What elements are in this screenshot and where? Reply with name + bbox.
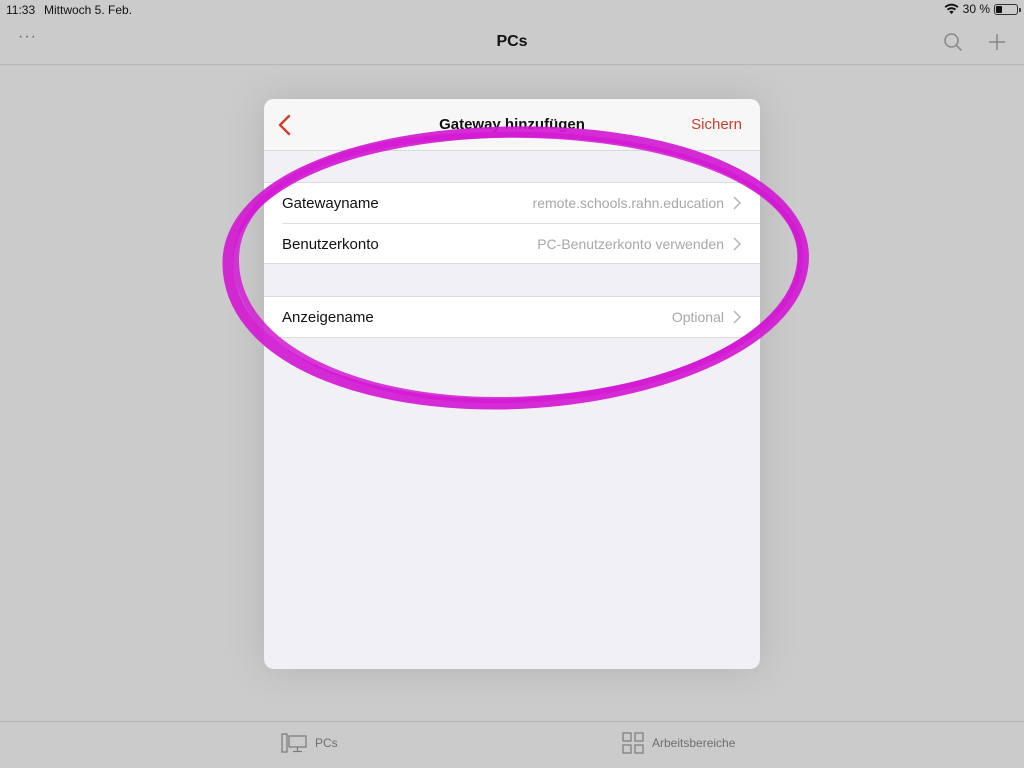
battery-icon — [994, 3, 1021, 15]
chevron-right-icon — [733, 310, 742, 324]
nav-bar: ··· PCs — [0, 20, 1024, 65]
tab-workspaces[interactable]: Arbeitsbereiche — [622, 732, 735, 754]
grid-icon — [622, 732, 644, 754]
battery-percentage: 30 % — [962, 2, 990, 16]
row-value: PC-Benutzerkonto verwenden — [537, 236, 724, 252]
display-name-row[interactable]: Anzeigename Optional — [264, 297, 760, 337]
gateway-settings-group: Gatewayname remote.schools.rahn.educatio… — [264, 182, 760, 264]
wifi-icon — [944, 3, 959, 14]
tab-bar: PCs Arbeitsbereiche — [0, 721, 1024, 768]
tab-label: PCs — [315, 736, 338, 750]
row-value: Optional — [671, 309, 724, 325]
display-name-group: Anzeigename Optional — [264, 296, 760, 338]
row-value: remote.schools.rahn.education — [532, 195, 724, 211]
sheet-header: Gateway hinzufügen Sichern — [264, 99, 760, 151]
page-title: PCs — [496, 33, 528, 50]
plus-icon[interactable] — [985, 30, 1009, 54]
status-time: 11:33 — [6, 3, 36, 17]
status-date: Mittwoch 5. Feb. — [44, 3, 133, 17]
chevron-right-icon — [733, 196, 742, 210]
add-gateway-sheet: Gateway hinzufügen Sichern Gatewayname r… — [264, 99, 760, 669]
row-label: Anzeigename — [282, 309, 374, 326]
status-bar: 11:33 Mittwoch 5. Feb. 30 % — [0, 0, 1024, 20]
gateway-name-row[interactable]: Gatewayname remote.schools.rahn.educatio… — [264, 183, 760, 223]
user-account-row[interactable]: Benutzerkonto PC-Benutzerkonto verwenden — [282, 223, 760, 263]
search-icon[interactable] — [942, 31, 964, 53]
tab-label: Arbeitsbereiche — [652, 736, 736, 750]
sheet-title: Gateway hinzufügen — [439, 116, 585, 133]
status-right: 30 % — [944, 2, 1021, 16]
desktop-pc-icon — [281, 733, 307, 753]
screen: 11:33 Mittwoch 5. Feb. 30 % ··· PCs Gate… — [0, 0, 1024, 768]
row-label: Benutzerkonto — [282, 236, 379, 253]
chevron-right-icon — [733, 237, 742, 251]
tab-pcs[interactable]: PCs — [281, 732, 338, 754]
save-button[interactable]: Sichern — [691, 116, 742, 133]
row-label: Gatewayname — [282, 195, 379, 212]
